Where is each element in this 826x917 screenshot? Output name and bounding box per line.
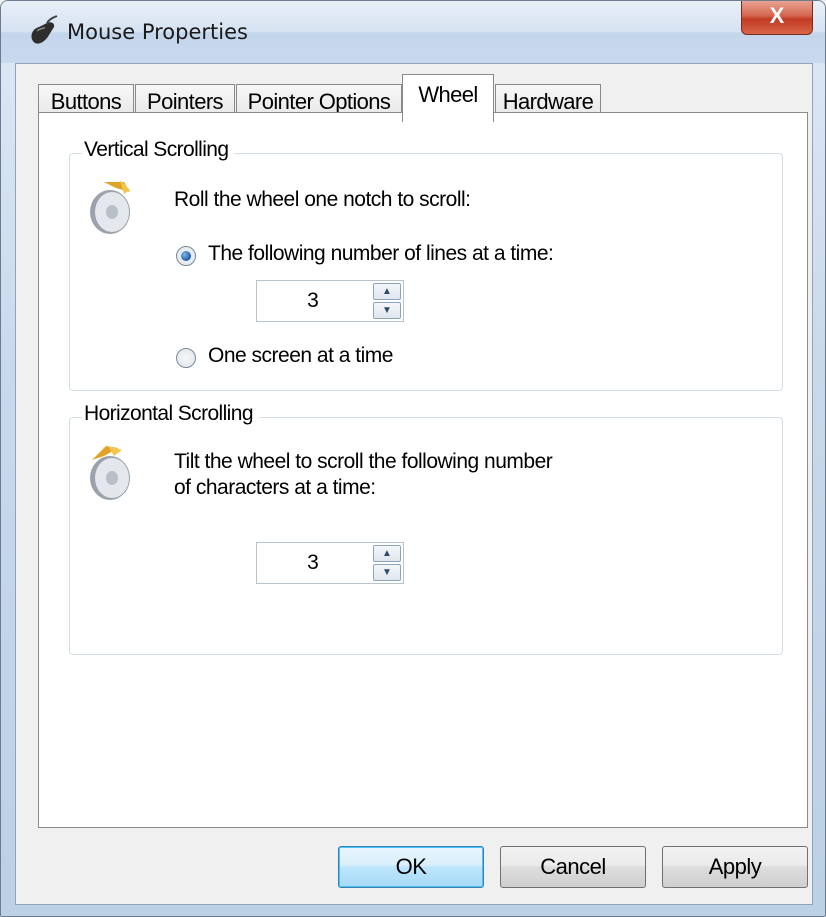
lines-increase-button[interactable]: ▲: [373, 283, 401, 300]
wheel-horizontal-icon: [90, 446, 130, 500]
mouse-icon: [31, 15, 58, 44]
arrow-up-icon: ▲: [382, 548, 392, 559]
lines-at-a-time-radio[interactable]: [176, 246, 196, 266]
dialog-client-area: Buttons Pointers Pointer Options Wheel H…: [15, 63, 813, 905]
vertical-prompt: Roll the wheel one notch to scroll:: [174, 188, 471, 211]
window-title: Mouse Properties: [67, 20, 248, 44]
arrow-down-icon: ▼: [382, 305, 392, 316]
tab-wheel[interactable]: Wheel: [402, 74, 494, 122]
apply-button[interactable]: Apply: [662, 846, 808, 888]
horizontal-prompt-line1: Tilt the wheel to scroll the following n…: [174, 450, 553, 473]
close-icon: X: [769, 3, 785, 28]
ok-button[interactable]: OK: [338, 846, 484, 888]
vertical-scrolling-group: Vertical Scrolling Roll the wheel one no…: [69, 138, 783, 391]
vertical-scrolling-title: Vertical Scrolling: [82, 138, 235, 162]
lines-decrease-button[interactable]: ▼: [373, 302, 401, 319]
cancel-button[interactable]: Cancel: [500, 846, 646, 888]
lines-spinbox[interactable]: 3 ▲ ▼: [256, 280, 404, 322]
horizontal-scrolling-title: Horizontal Scrolling: [82, 402, 259, 426]
lines-value[interactable]: 3: [257, 281, 369, 321]
characters-value[interactable]: 3: [257, 543, 369, 583]
title-bar[interactable]: Mouse Properties X: [1, 1, 825, 63]
characters-spinbox[interactable]: 3 ▲ ▼: [256, 542, 404, 584]
wheel-vertical-icon: [90, 180, 130, 234]
horizontal-prompt-line2: of characters at a time:: [174, 476, 376, 499]
one-screen-radio[interactable]: [176, 348, 196, 368]
characters-increase-button[interactable]: ▲: [373, 545, 401, 562]
arrow-down-icon: ▼: [382, 567, 392, 578]
close-button[interactable]: X: [741, 1, 813, 35]
mouse-properties-window: Mouse Properties X Buttons Pointers Poin…: [0, 0, 826, 917]
one-screen-label[interactable]: One screen at a time: [208, 344, 393, 368]
arrow-up-icon: ▲: [382, 286, 392, 297]
wheel-tab-panel: Vertical Scrolling Roll the wheel one no…: [38, 112, 808, 828]
lines-at-a-time-label[interactable]: The following number of lines at a time:: [208, 242, 554, 266]
characters-decrease-button[interactable]: ▼: [373, 564, 401, 581]
horizontal-scrolling-group: Horizontal Scrolling Tilt the wheel to s…: [69, 402, 783, 655]
